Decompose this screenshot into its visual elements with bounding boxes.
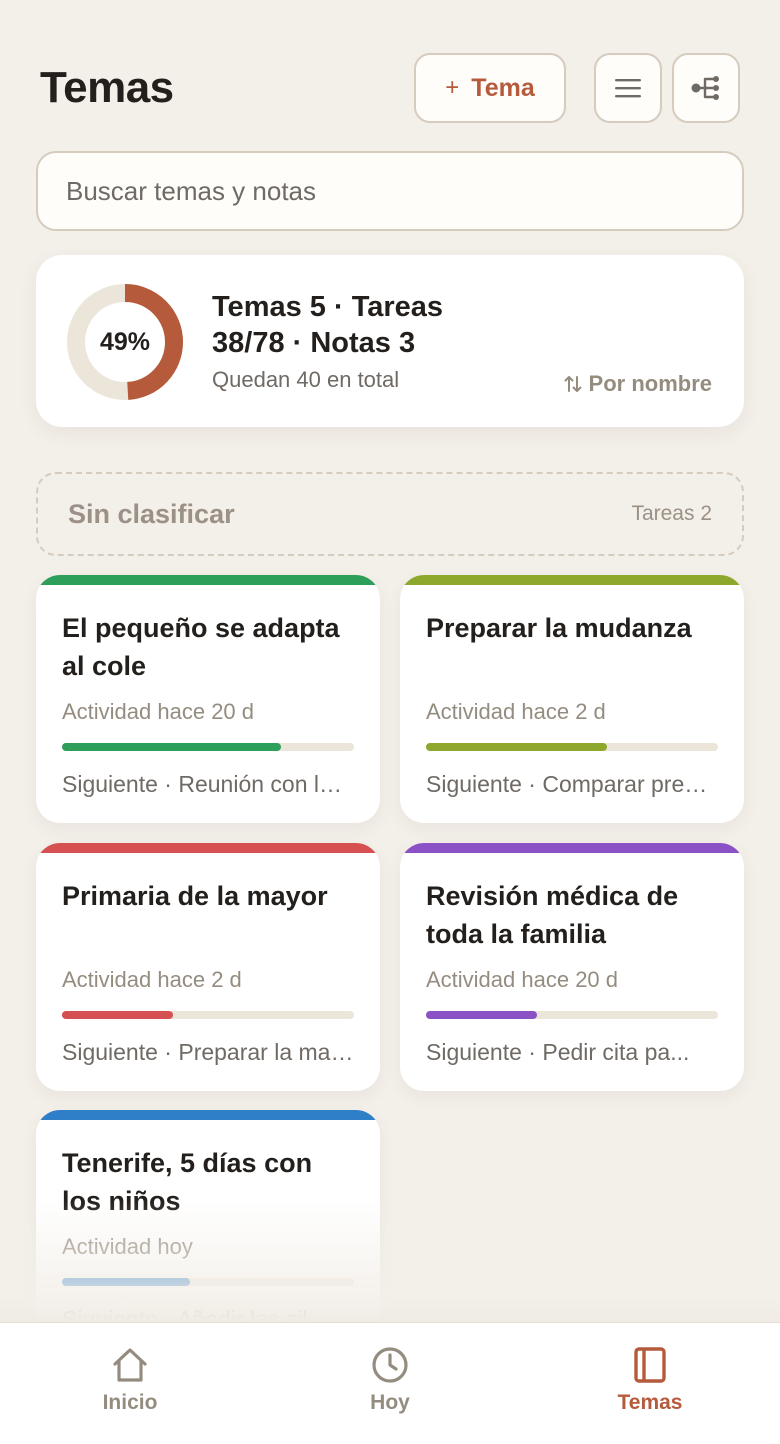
tab-label: Hoy: [370, 1391, 410, 1414]
topic-progress-fill: [62, 743, 281, 751]
topic-color-bar: [400, 575, 744, 585]
header: Temas + Tema: [40, 52, 740, 124]
topic-activity: Actividad hace 2 d: [426, 699, 606, 724]
topic-progress-track: [62, 1011, 354, 1019]
tab-hoy[interactable]: Hoy: [260, 1323, 520, 1444]
topic-progress-fill: [426, 743, 608, 751]
topic-activity: Actividad hace 20 d: [426, 967, 619, 992]
hierarchy-icon: [691, 76, 719, 100]
add-topic-label: Tema: [471, 73, 535, 102]
bottom-tab-bar: Inicio Hoy Temas: [0, 1322, 780, 1444]
topic-next-task: Siguiente · Comparar presupuestos: [426, 771, 718, 797]
topic-color-bar: [400, 843, 744, 853]
topic-title: Tenerife, 5 días con los niños: [62, 1148, 313, 1216]
menu-icon: [615, 79, 641, 98]
summary-remaining: Quedan 40 en total: [212, 367, 400, 392]
topic-card[interactable]: El pequeño se adapta al cole Actividad ha…: [36, 575, 380, 823]
tab-label: Inicio: [102, 1391, 158, 1414]
topic-title: El pequeño se adapta al cole: [62, 613, 340, 681]
topic-progress-fill: [426, 1011, 537, 1019]
list-view-button[interactable]: [594, 53, 662, 123]
summary-headline: Temas 5 · Tareas 38/78 · Notas 3: [212, 291, 444, 359]
unclassified-title: Sin clasificar: [68, 498, 235, 529]
clock-icon: [372, 1347, 408, 1383]
unclassified-count: Tareas 2: [631, 502, 712, 525]
topic-progress-track: [62, 743, 354, 751]
topic-progress-fill: [62, 1278, 191, 1286]
tab-temas[interactable]: Temas: [520, 1323, 780, 1444]
tab-inicio[interactable]: Inicio: [0, 1323, 260, 1444]
summary-card: 49% Temas 5 · Tareas 38/78 · Notas 3 Que…: [36, 255, 744, 427]
topic-card[interactable]: Primaria de la mayor Actividad hace 2 d Si…: [36, 843, 380, 1091]
topic-color-bar: [36, 1110, 380, 1120]
topic-next-task: Siguiente · Reunión con la tutora: [62, 771, 354, 797]
topic-progress-track: [62, 1278, 354, 1286]
topic-title: Revisión médica de toda la familia: [426, 881, 679, 949]
progress-percent: 49%: [99, 327, 151, 356]
tree-view-button[interactable]: [672, 53, 740, 123]
topic-progress-fill: [62, 1011, 173, 1019]
topic-progress-track: [426, 743, 718, 751]
topic-next-task: Siguiente · Pedir cita pa...: [426, 1039, 690, 1065]
sort-icon: [564, 376, 582, 392]
topic-next-task: Siguiente · Preparar la matrícula: [62, 1039, 354, 1065]
search-input[interactable]: [36, 151, 744, 231]
topic-title: Preparar la mudanza: [426, 613, 692, 643]
tab-label: Temas: [617, 1391, 683, 1414]
sort-label: Por nombre: [588, 371, 712, 396]
notebook-icon: [634, 1347, 666, 1383]
topic-activity: Actividad hace 20 d: [62, 699, 255, 724]
topic-activity: Actividad hace 2 d: [62, 967, 242, 992]
plus-icon: +: [445, 74, 460, 101]
topic-title: Primaria de la mayor: [62, 881, 328, 911]
unclassified-group[interactable]: Sin clasificar Tareas 2: [36, 472, 744, 556]
sort-button[interactable]: Por nombre: [563, 371, 712, 397]
topic-color-bar: [36, 575, 380, 585]
topic-card[interactable]: Revisión médica de toda la familia Activi…: [400, 843, 744, 1091]
topic-activity: Actividad hoy: [62, 1234, 193, 1259]
home-icon: [113, 1348, 147, 1382]
topic-card[interactable]: Tenerife, 5 días con los niños Actividad …: [36, 1110, 380, 1358]
page-title: Temas: [40, 63, 174, 112]
topic-card[interactable]: Preparar la mudanza Actividad hace 2 d Sig…: [400, 575, 744, 823]
topic-progress-track: [426, 1011, 718, 1019]
add-topic-button[interactable]: + Tema: [414, 53, 566, 123]
topic-color-bar: [36, 843, 380, 853]
